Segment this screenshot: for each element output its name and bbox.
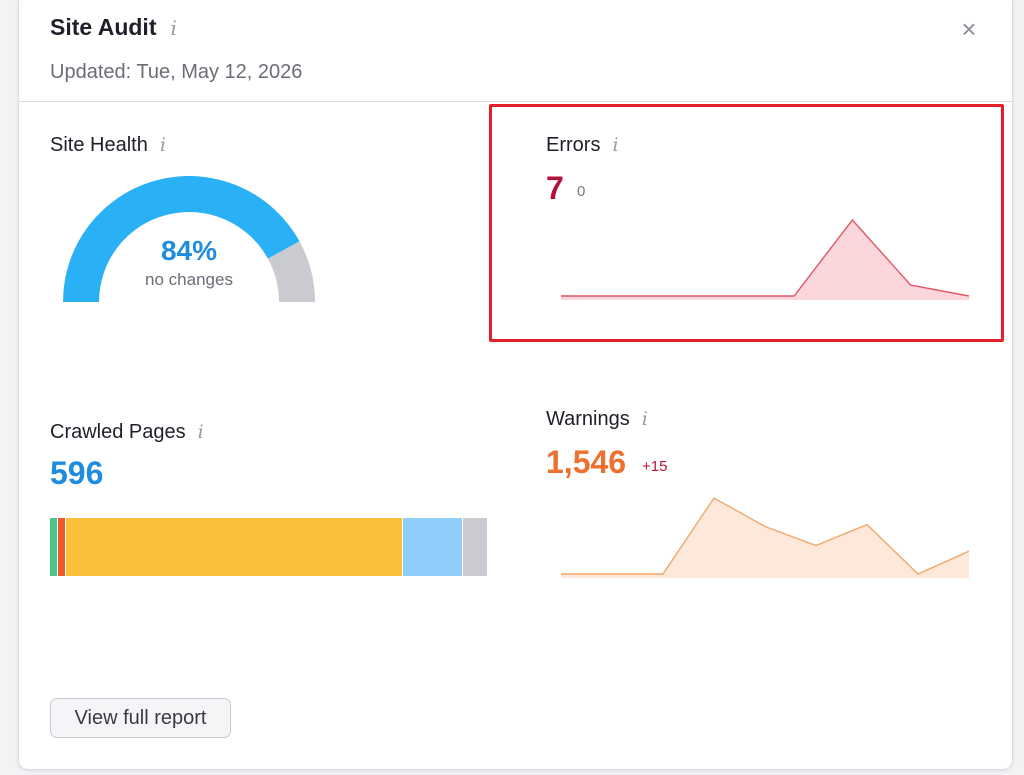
warnings-label-text: Warnings	[546, 408, 630, 430]
site-health-label: Site Health i	[50, 134, 166, 157]
warnings-trend-chart	[561, 497, 969, 578]
crawled-bar-segment[interactable]	[402, 518, 462, 576]
crawled-pages-label: Crawled Pages i	[50, 421, 204, 444]
site-health-percentage: 84%	[160, 235, 218, 266]
view-full-report-button[interactable]: View full report	[50, 698, 231, 738]
widget-title-text: Site Audit	[50, 14, 157, 40]
warnings-trend-area	[561, 498, 969, 578]
site-audit-widget: Site Audit i Updated: Tue, May 12, 2026 ×…	[18, 0, 1013, 770]
warnings-delta: +15	[642, 458, 668, 475]
site-health-label-text: Site Health	[50, 134, 148, 156]
crawled-bar-segment[interactable]	[56, 518, 66, 576]
title-info-icon[interactable]: i	[170, 16, 176, 40]
widget-title: Site Audit i	[50, 14, 177, 41]
warnings-info-icon[interactable]: i	[642, 408, 648, 430]
errors-delta: 0	[577, 183, 586, 200]
warnings-count[interactable]: 1,546	[546, 444, 626, 481]
site-health-status: no changes	[145, 270, 233, 289]
errors-count[interactable]: 7	[546, 170, 564, 207]
errors-info-icon[interactable]: i	[612, 134, 618, 156]
site-health-info-icon[interactable]: i	[160, 134, 166, 156]
errors-trend-chart	[561, 218, 969, 300]
errors-trend-area	[561, 220, 969, 300]
close-icon[interactable]: ×	[956, 16, 982, 42]
widget-header: Site Audit i Updated: Tue, May 12, 2026 ×	[19, 0, 1012, 102]
updated-date: Updated: Tue, May 12, 2026	[50, 61, 303, 83]
errors-label-text: Errors	[546, 134, 601, 156]
warnings-label: Warnings i	[546, 408, 648, 431]
crawled-bar-segment[interactable]	[65, 518, 403, 576]
crawled-pages-info-icon[interactable]: i	[198, 421, 204, 443]
crawled-pages-status-bar[interactable]	[50, 518, 487, 576]
crawled-bar-segment[interactable]	[462, 518, 487, 576]
errors-label: Errors i	[546, 134, 619, 157]
crawled-pages-label-text: Crawled Pages	[50, 421, 186, 443]
crawled-pages-count[interactable]: 596	[50, 455, 103, 492]
